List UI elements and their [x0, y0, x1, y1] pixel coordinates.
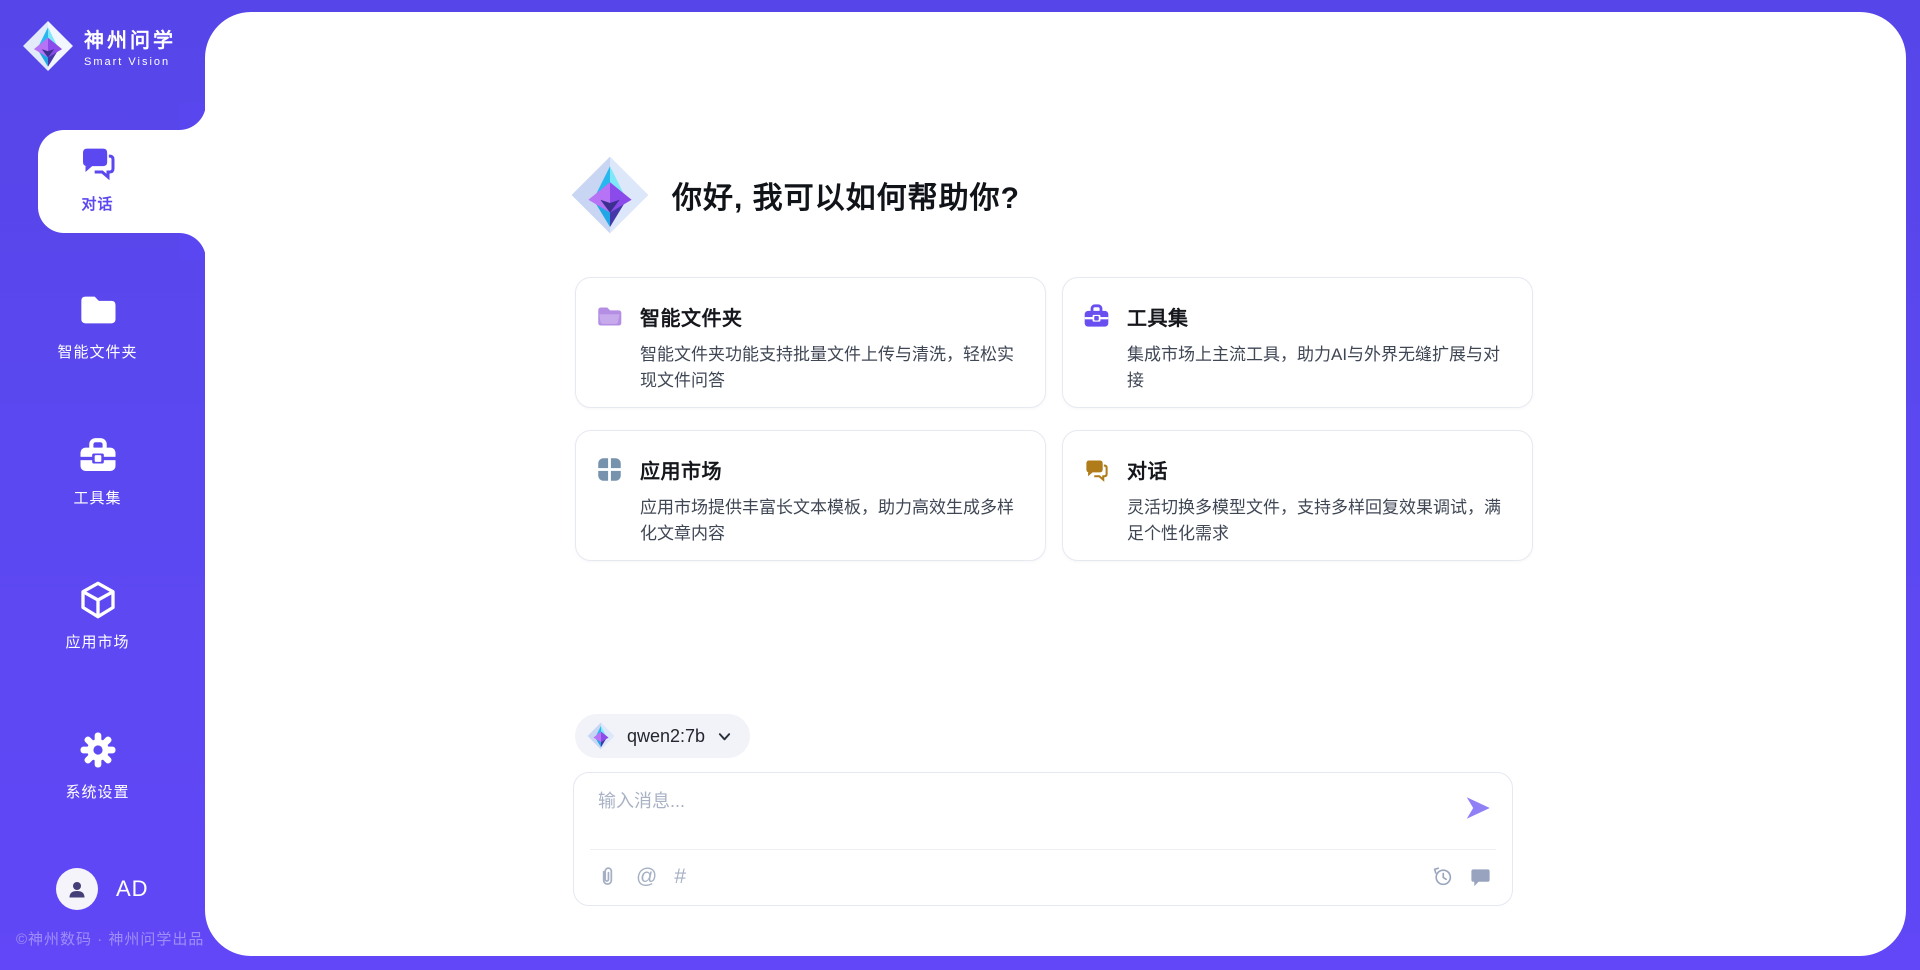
app-tagline: Smart Vision — [84, 56, 176, 68]
sidebar-item-label: 系统设置 — [65, 781, 129, 802]
user-profile[interactable]: AD — [56, 868, 149, 910]
sidebar-item-toolset[interactable]: 工具集 — [0, 436, 195, 508]
user-name: AD — [116, 876, 149, 902]
sidebar-item-label: 对话 — [81, 193, 113, 214]
hash-icon[interactable]: # — [674, 865, 686, 888]
gear-icon — [78, 730, 118, 770]
sidebar-item-smart-folder[interactable]: 智能文件夹 — [0, 290, 195, 362]
attachment-icon[interactable] — [596, 865, 619, 888]
composer-tools-left: @ # — [596, 865, 686, 888]
sidebar-item-app-market[interactable]: 应用市场 — [0, 580, 195, 652]
model-selector[interactable]: qwen2:7b — [575, 714, 750, 758]
message-input[interactable] — [598, 787, 1438, 843]
card-toolset[interactable]: 工具集 集成市场上主流工具，助力AI与外界无缝扩展与对接 — [1062, 277, 1533, 408]
logo-diamond-icon — [587, 722, 615, 750]
message-composer: @ # — [573, 772, 1513, 906]
send-button[interactable] — [1462, 793, 1494, 825]
cube-icon — [78, 580, 118, 620]
tab-fillet-bottom — [179, 233, 206, 260]
folder-icon — [76, 290, 120, 330]
sidebar-item-label: 工具集 — [73, 487, 121, 508]
tab-fillet-top — [179, 103, 206, 130]
card-description: 灵活切换多模型文件，支持多样回复效果调试，满足个性化需求 — [1127, 495, 1508, 547]
sidebar-item-label: 应用市场 — [65, 631, 129, 652]
card-chat[interactable]: 对话 灵活切换多模型文件，支持多样回复效果调试，满足个性化需求 — [1062, 430, 1533, 561]
greeting-title: 你好, 我可以如何帮助你? — [672, 173, 1020, 217]
app-logo: 神州问学 Smart Vision — [22, 20, 176, 72]
page: 神州问学 Smart Vision 对话 智能文件夹 工具集 — [0, 0, 1920, 970]
composer-tools-right — [1431, 865, 1492, 888]
sidebar-item-settings[interactable]: 系统设置 — [0, 730, 195, 802]
card-description: 应用市场提供丰富长文本模板，助力高效生成多样化文章内容 — [640, 495, 1021, 547]
model-name: qwen2:7b — [627, 726, 705, 747]
logo-diamond-icon — [22, 20, 74, 72]
send-icon — [1463, 793, 1493, 823]
chat-icon — [78, 142, 118, 182]
toolbox-icon — [78, 436, 118, 476]
greeting: 你好, 我可以如何帮助你? — [570, 155, 1020, 235]
bubble-icon[interactable] — [1469, 865, 1492, 888]
folder-icon — [596, 303, 623, 330]
chat-icon — [1083, 456, 1110, 483]
toolbox-icon — [1083, 303, 1110, 330]
composer-divider — [590, 849, 1496, 850]
card-title: 应用市场 — [640, 455, 722, 484]
card-title: 工具集 — [1127, 302, 1189, 331]
card-title: 智能文件夹 — [640, 302, 743, 331]
card-description: 集成市场上主流工具，助力AI与外界无缝扩展与对接 — [1127, 342, 1508, 394]
card-smart-folder[interactable]: 智能文件夹 智能文件夹功能支持批量文件上传与清洗，轻松实现文件问答 — [575, 277, 1046, 408]
card-app-market[interactable]: 应用市场 应用市场提供丰富长文本模板，助力高效生成多样化文章内容 — [575, 430, 1046, 561]
app-name: 神州问学 — [84, 24, 176, 53]
grid-icon — [596, 456, 623, 483]
avatar-icon — [65, 877, 89, 901]
history-icon[interactable] — [1431, 865, 1454, 888]
chevron-down-icon — [717, 729, 732, 744]
sidebar-item-label: 智能文件夹 — [57, 341, 137, 362]
card-title: 对话 — [1127, 455, 1168, 484]
card-description: 智能文件夹功能支持批量文件上传与清洗，轻松实现文件问答 — [640, 342, 1021, 394]
feature-cards: 智能文件夹 智能文件夹功能支持批量文件上传与清洗，轻松实现文件问答 工具集 集成… — [575, 277, 1533, 561]
sidebar-item-chat[interactable]: 对话 — [0, 142, 195, 214]
logo-diamond-icon — [570, 155, 650, 235]
mention-icon[interactable]: @ — [636, 865, 657, 888]
avatar — [56, 868, 98, 910]
sidebar-footer: ©神州数码 · 神州问学出品 — [16, 928, 216, 949]
